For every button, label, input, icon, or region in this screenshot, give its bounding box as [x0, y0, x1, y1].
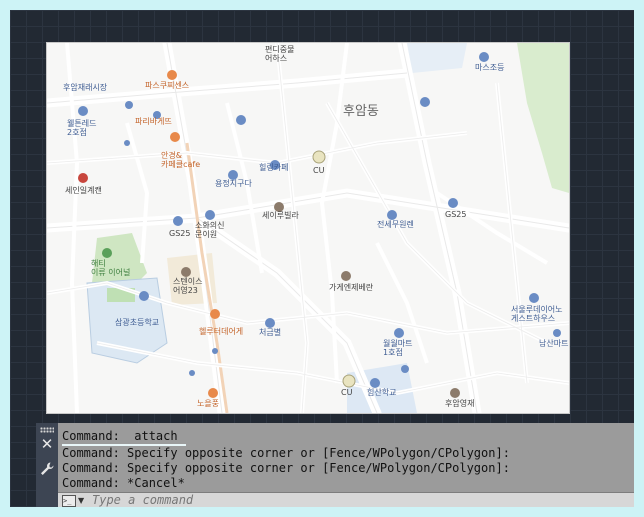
command-history-line: Command: Specify opposite corner or [Fen…: [62, 461, 510, 475]
map-label: 스텐이스 어영23: [173, 277, 203, 295]
map-label: 가게엔제베란: [329, 283, 374, 292]
map-label: 세인일계캔: [65, 186, 102, 195]
map-label: 해티 이류 이어널: [91, 259, 131, 277]
map-label: 편디중물 어하스: [265, 45, 295, 63]
command-input[interactable]: [92, 493, 632, 507]
map-label: 세이루빌라: [262, 211, 299, 220]
command-prompt-icon[interactable]: >_: [62, 495, 76, 507]
command-history-line: Command: attach: [62, 429, 186, 446]
drawing-canvas[interactable]: 편디중물 어하스 후암재래시장 파스쿠찌센스 웰튼레드 2호점 파리바게뜨 안경…: [10, 10, 634, 507]
map-label: 남산마트: [539, 339, 569, 348]
map-label: 웰튼레드 2호점: [67, 119, 97, 137]
map-label: 파리바게뜨: [135, 117, 172, 126]
map-label: 힐링카페: [259, 163, 289, 172]
map-label: CU: [341, 388, 353, 397]
map-label: 서울루데이어노 게스트하우스: [511, 305, 563, 323]
map-label: 힘산학교: [367, 388, 397, 397]
wrench-icon[interactable]: [39, 461, 55, 477]
map-label: 노을풍: [197, 399, 220, 408]
map-label: 헬루터데어게: [199, 327, 244, 336]
map-label: CU: [313, 166, 325, 175]
map-label: 파스쿠찌센스: [145, 81, 190, 90]
map-label: GS25: [169, 229, 191, 238]
map-label: 전세무원렌: [377, 220, 414, 229]
command-line-panel: ✕ Command: attach Command: Specify oppos…: [36, 423, 634, 507]
map-label: 안경& 카페클cafe: [161, 151, 201, 169]
map-label: 후암재래시장: [63, 83, 108, 92]
command-input-bar: >_ ▼: [58, 492, 634, 507]
map-label: 소화의신 문이원: [195, 221, 225, 239]
map-label: 용정지구다: [215, 179, 252, 188]
chevron-down-icon[interactable]: ▼: [78, 493, 84, 507]
drag-grip-handle[interactable]: [40, 427, 54, 433]
map-label: 마스조등: [475, 63, 505, 72]
attached-map-image[interactable]: 편디중물 어하스 후암재래시장 파스쿠찌센스 웰튼레드 2호점 파리바게뜨 안경…: [46, 42, 570, 414]
map-label: 후암영재: [445, 399, 475, 408]
map-label: 월월마트 1호점: [383, 339, 413, 357]
map-streets: [47, 43, 569, 413]
command-history-line: Command: *Cancel*: [62, 476, 185, 490]
district-label: 후암동: [343, 104, 379, 119]
command-history: Command: attach Command: Specify opposit…: [62, 429, 632, 491]
map-label: GS25: [445, 210, 467, 219]
close-icon[interactable]: ✕: [39, 436, 55, 452]
command-line-sidebar: ✕: [36, 423, 58, 507]
command-history-line: Command: Specify opposite corner or [Fen…: [62, 446, 510, 460]
map-label: 삼광초등학교: [115, 318, 160, 327]
map-label: 처금별: [259, 328, 282, 337]
